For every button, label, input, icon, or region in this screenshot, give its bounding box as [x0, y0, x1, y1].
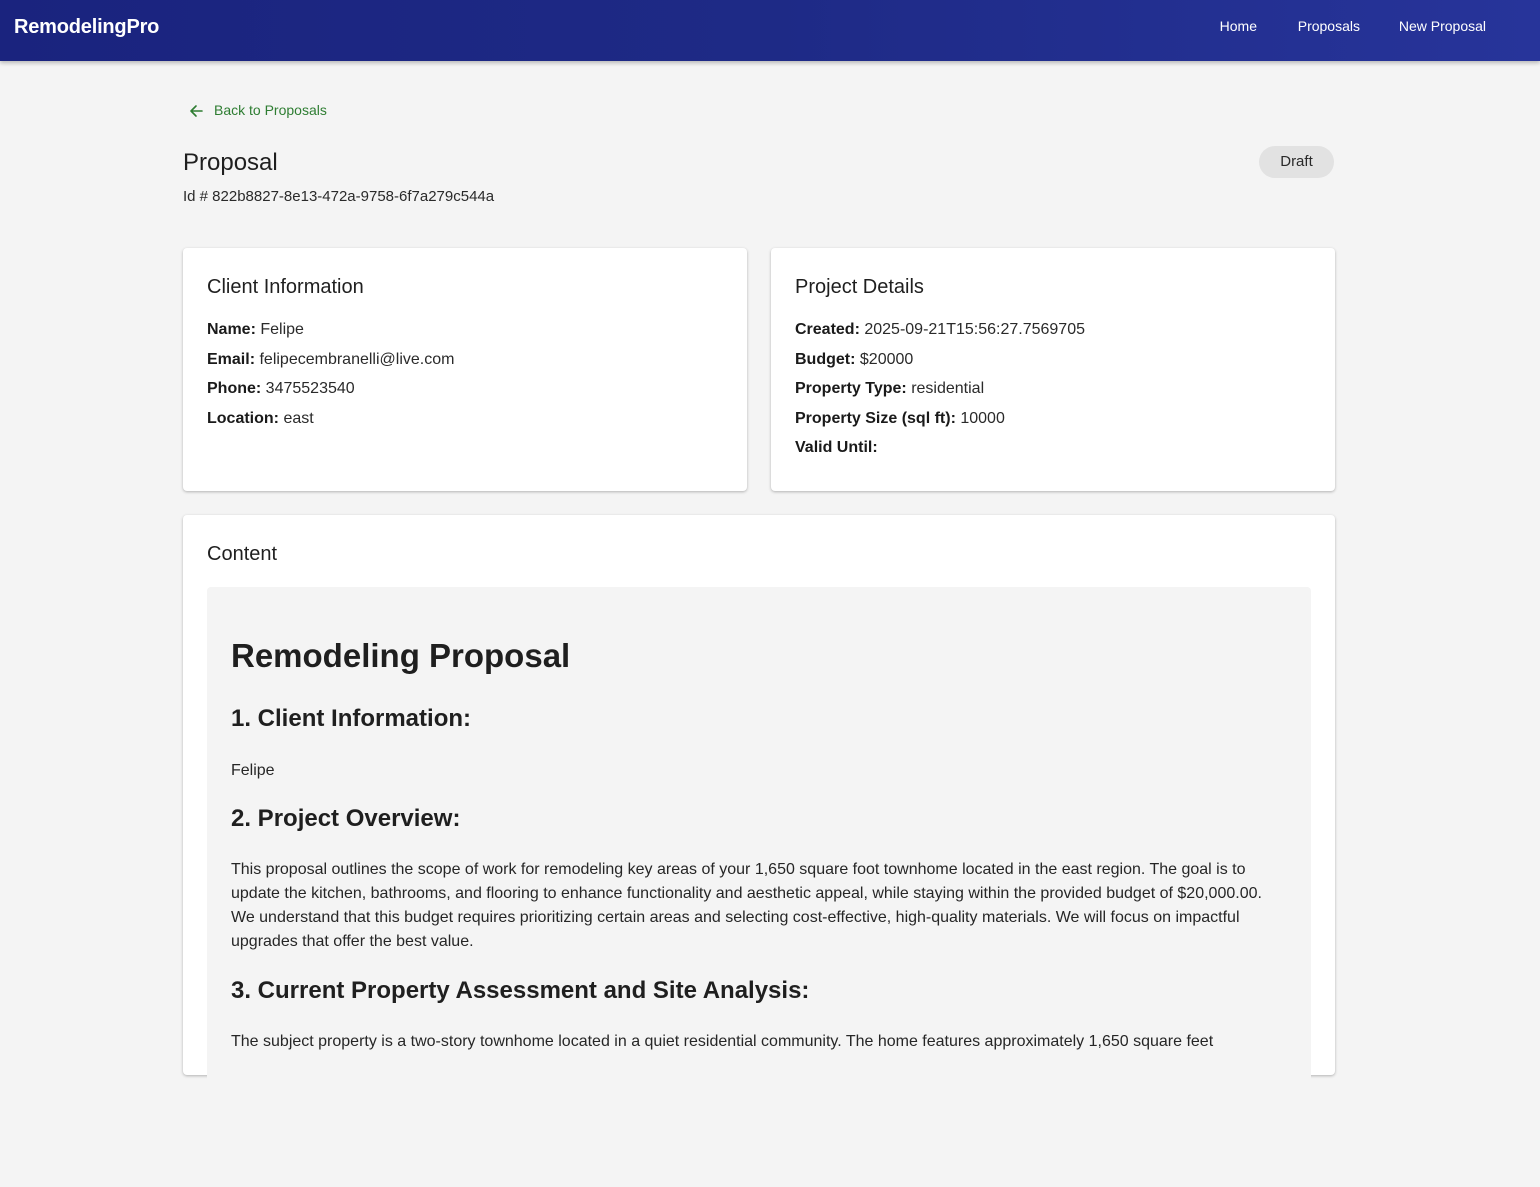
client-phone-value: 3475523540 — [265, 380, 355, 397]
project-budget-label: Budget: — [795, 351, 856, 368]
client-information-card: Client Information Name: Felipe Email: f… — [183, 248, 747, 491]
page-title: Proposal — [183, 149, 278, 176]
content-card: Content Remodeling Proposal 1. Client In… — [183, 515, 1335, 1187]
status-badge: Draft — [1259, 146, 1334, 178]
proposal-doc-title: Remodeling Proposal — [231, 637, 571, 674]
section-3-text: The subject property is a two-story town… — [231, 1033, 1214, 1050]
client-email-label: Email: — [207, 351, 256, 368]
project-property-type-label: Property Type: — [795, 380, 907, 397]
project-valid-until-label: Valid Until: — [795, 439, 878, 456]
section-1-heading: 1. Client Information: — [231, 705, 471, 732]
client-email-value: felipecembranelli@live.com — [259, 351, 455, 368]
project-property-type-value: residential — [911, 380, 985, 397]
section-2-text: This proposal outlines the scope of work… — [231, 861, 1262, 950]
project-budget-row: Budget: $20000 — [795, 351, 913, 369]
proposal-content-body: Remodeling Proposal 1. Client Informatio… — [207, 587, 1311, 1187]
client-information-title: Client Information — [207, 276, 364, 298]
arrow-left-icon — [190, 105, 203, 117]
project-details-card: Project Details Created: 2025-09-21T15:5… — [771, 248, 1335, 491]
project-created-value: 2025-09-21T15:56:27.7569705 — [864, 321, 1085, 338]
project-property-size-row: Property Size (sql ft): 10000 — [795, 410, 1005, 428]
client-name-label: Name: — [207, 321, 256, 338]
proposal-id: Id # 822b8827-8e13-472a-9758-6f7a279c544… — [183, 188, 495, 205]
client-location-label: Location: — [207, 410, 279, 427]
project-property-size-value: 10000 — [960, 410, 1005, 427]
project-details-title: Project Details — [795, 276, 924, 298]
client-location-row: Location: east — [207, 410, 314, 428]
project-property-type-row: Property Type: residential — [795, 380, 984, 398]
project-budget-value: $20000 — [859, 351, 914, 368]
section-2-heading: 2. Project Overview: — [231, 805, 461, 832]
section-3-heading: 3. Current Property Assessment and Site … — [231, 977, 810, 1004]
nav-new-proposal[interactable]: New Proposal — [1399, 18, 1486, 34]
section-1-text: Felipe — [231, 762, 275, 779]
nav-proposals[interactable]: Proposals — [1298, 18, 1360, 34]
content-title: Content — [207, 543, 278, 565]
project-property-size-label: Property Size (sql ft): — [795, 410, 956, 427]
client-name-row: Name: Felipe — [207, 321, 304, 339]
brand-logo[interactable]: RemodelingPro — [14, 16, 159, 39]
client-phone-row: Phone: 3475523540 — [207, 380, 355, 398]
project-created-label: Created: — [795, 321, 860, 338]
app-bar: RemodelingPro Home Proposals New Proposa… — [0, 0, 1540, 61]
nav-home[interactable]: Home — [1220, 18, 1257, 34]
client-location-value: east — [283, 410, 314, 427]
client-email-row: Email: felipecembranelli@live.com — [207, 351, 454, 369]
client-phone-label: Phone: — [207, 380, 262, 397]
back-link-label[interactable]: Back to Proposals — [214, 102, 327, 118]
client-name-value: Felipe — [260, 321, 304, 338]
project-valid-until-row: Valid Until: — [795, 439, 878, 457]
project-created-row: Created: 2025-09-21T15:56:27.7569705 — [795, 321, 1085, 339]
